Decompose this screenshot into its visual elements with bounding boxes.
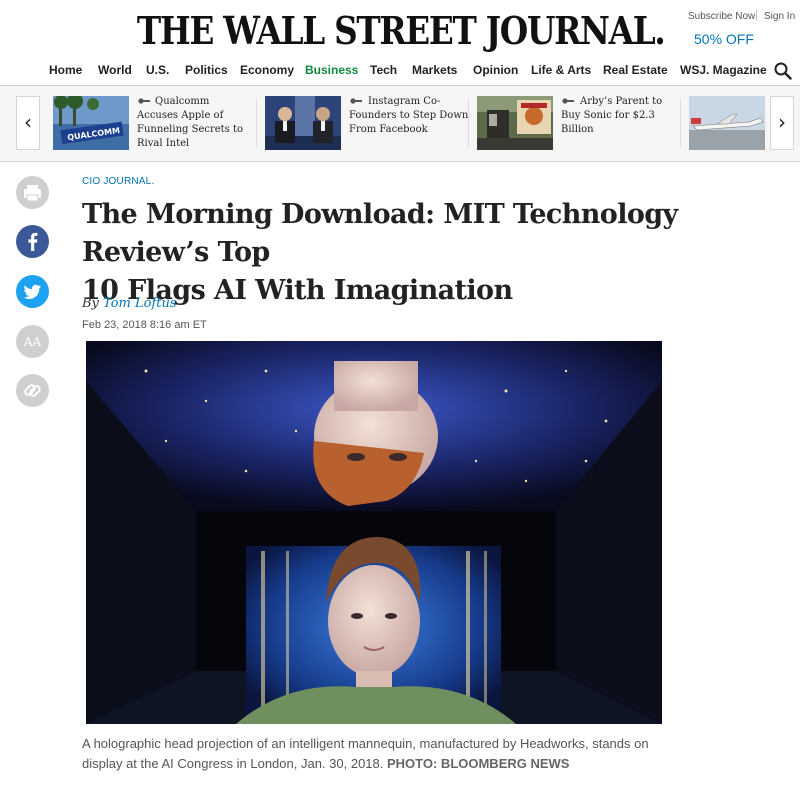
text-size-label: AA <box>23 335 42 349</box>
link-icon <box>24 384 41 397</box>
story-thumbnail-instagram[interactable] <box>265 96 341 150</box>
byline: By Tom Loftus <box>82 296 177 311</box>
author-link[interactable]: Tom Loftus <box>103 296 177 311</box>
article-headline: The Morning Download: MIT Technology Rev… <box>82 199 678 306</box>
carousel-prev-button[interactable]: ‹ <box>16 96 40 150</box>
story-headline[interactable]: Arby’s Parent to Buy Sonic for $2.3 Bill… <box>561 95 662 137</box>
facebook-icon <box>28 232 38 251</box>
nav-item-tech[interactable]: Tech <box>370 63 397 77</box>
section-flashline[interactable]: CIO JOURNAL. <box>82 176 154 187</box>
main-nav: Home World U.S. Politics Economy Busines… <box>0 58 800 84</box>
search-icon[interactable] <box>774 62 792 80</box>
header-separator: | <box>755 9 758 21</box>
story-headline[interactable]: Qualcomm Accuses Apple of Funneling Secr… <box>137 95 243 151</box>
twitter-share-button[interactable] <box>16 275 49 308</box>
byline-prefix: By <box>82 296 99 311</box>
nav-item-real-estate[interactable]: Real Estate <box>603 63 668 77</box>
twitter-icon <box>23 284 41 299</box>
story-divider <box>256 98 257 148</box>
story-thumbnail-qualcomm[interactable]: QUALCOMM <box>53 96 129 150</box>
photo-credit: PHOTO: BLOOMBERG NEWS <box>387 756 570 771</box>
copy-link-button[interactable] <box>16 374 49 407</box>
photo-caption: A holographic head projection of an inte… <box>82 734 682 774</box>
story-carousel: ‹ QUALCOMM Qualcomm Accuses Apple of Fun… <box>0 86 800 162</box>
facebook-share-button[interactable] <box>16 225 49 258</box>
nav-item-us[interactable]: U.S. <box>146 63 169 77</box>
nav-item-home[interactable]: Home <box>49 63 82 77</box>
text-size-button[interactable]: AA <box>16 325 49 358</box>
nav-item-politics[interactable]: Politics <box>185 63 228 77</box>
text-size-icon: AA <box>23 335 42 349</box>
story-divider <box>468 98 469 148</box>
nav-item-wsj-magazine[interactable]: WSJ. Magazine <box>680 63 767 77</box>
nav-item-opinion[interactable]: Opinion <box>473 63 518 77</box>
nav-item-economy[interactable]: Economy <box>240 63 294 77</box>
story-divider <box>680 98 681 148</box>
print-button[interactable] <box>16 176 49 209</box>
wsj-logo[interactable]: THE WALL STREET JOURNAL. <box>57 8 745 53</box>
print-icon <box>24 185 41 202</box>
article-photo <box>86 341 662 724</box>
story-thumbnail-airplane[interactable] <box>689 96 765 150</box>
nav-item-world[interactable]: World <box>98 63 132 77</box>
story-headline[interactable]: Instagram Co- Founders to Step Down From… <box>349 95 468 137</box>
nav-item-business[interactable]: Business <box>305 63 358 77</box>
sign-in-link[interactable]: Sign In <box>764 11 795 22</box>
carousel-next-button[interactable]: › <box>770 96 794 150</box>
nav-item-life-arts[interactable]: Life & Arts <box>531 63 591 77</box>
story-thumbnail-arbys[interactable] <box>477 96 553 150</box>
masthead: THE WALL STREET JOURNAL. Subscribe Now |… <box>0 0 800 56</box>
offer-link[interactable]: 50% OFF <box>694 31 754 47</box>
subscribe-link[interactable]: Subscribe Now <box>688 11 755 22</box>
article-timestamp: Feb 23, 2018 8:16 am ET <box>82 319 207 331</box>
nav-item-markets[interactable]: Markets <box>412 63 457 77</box>
